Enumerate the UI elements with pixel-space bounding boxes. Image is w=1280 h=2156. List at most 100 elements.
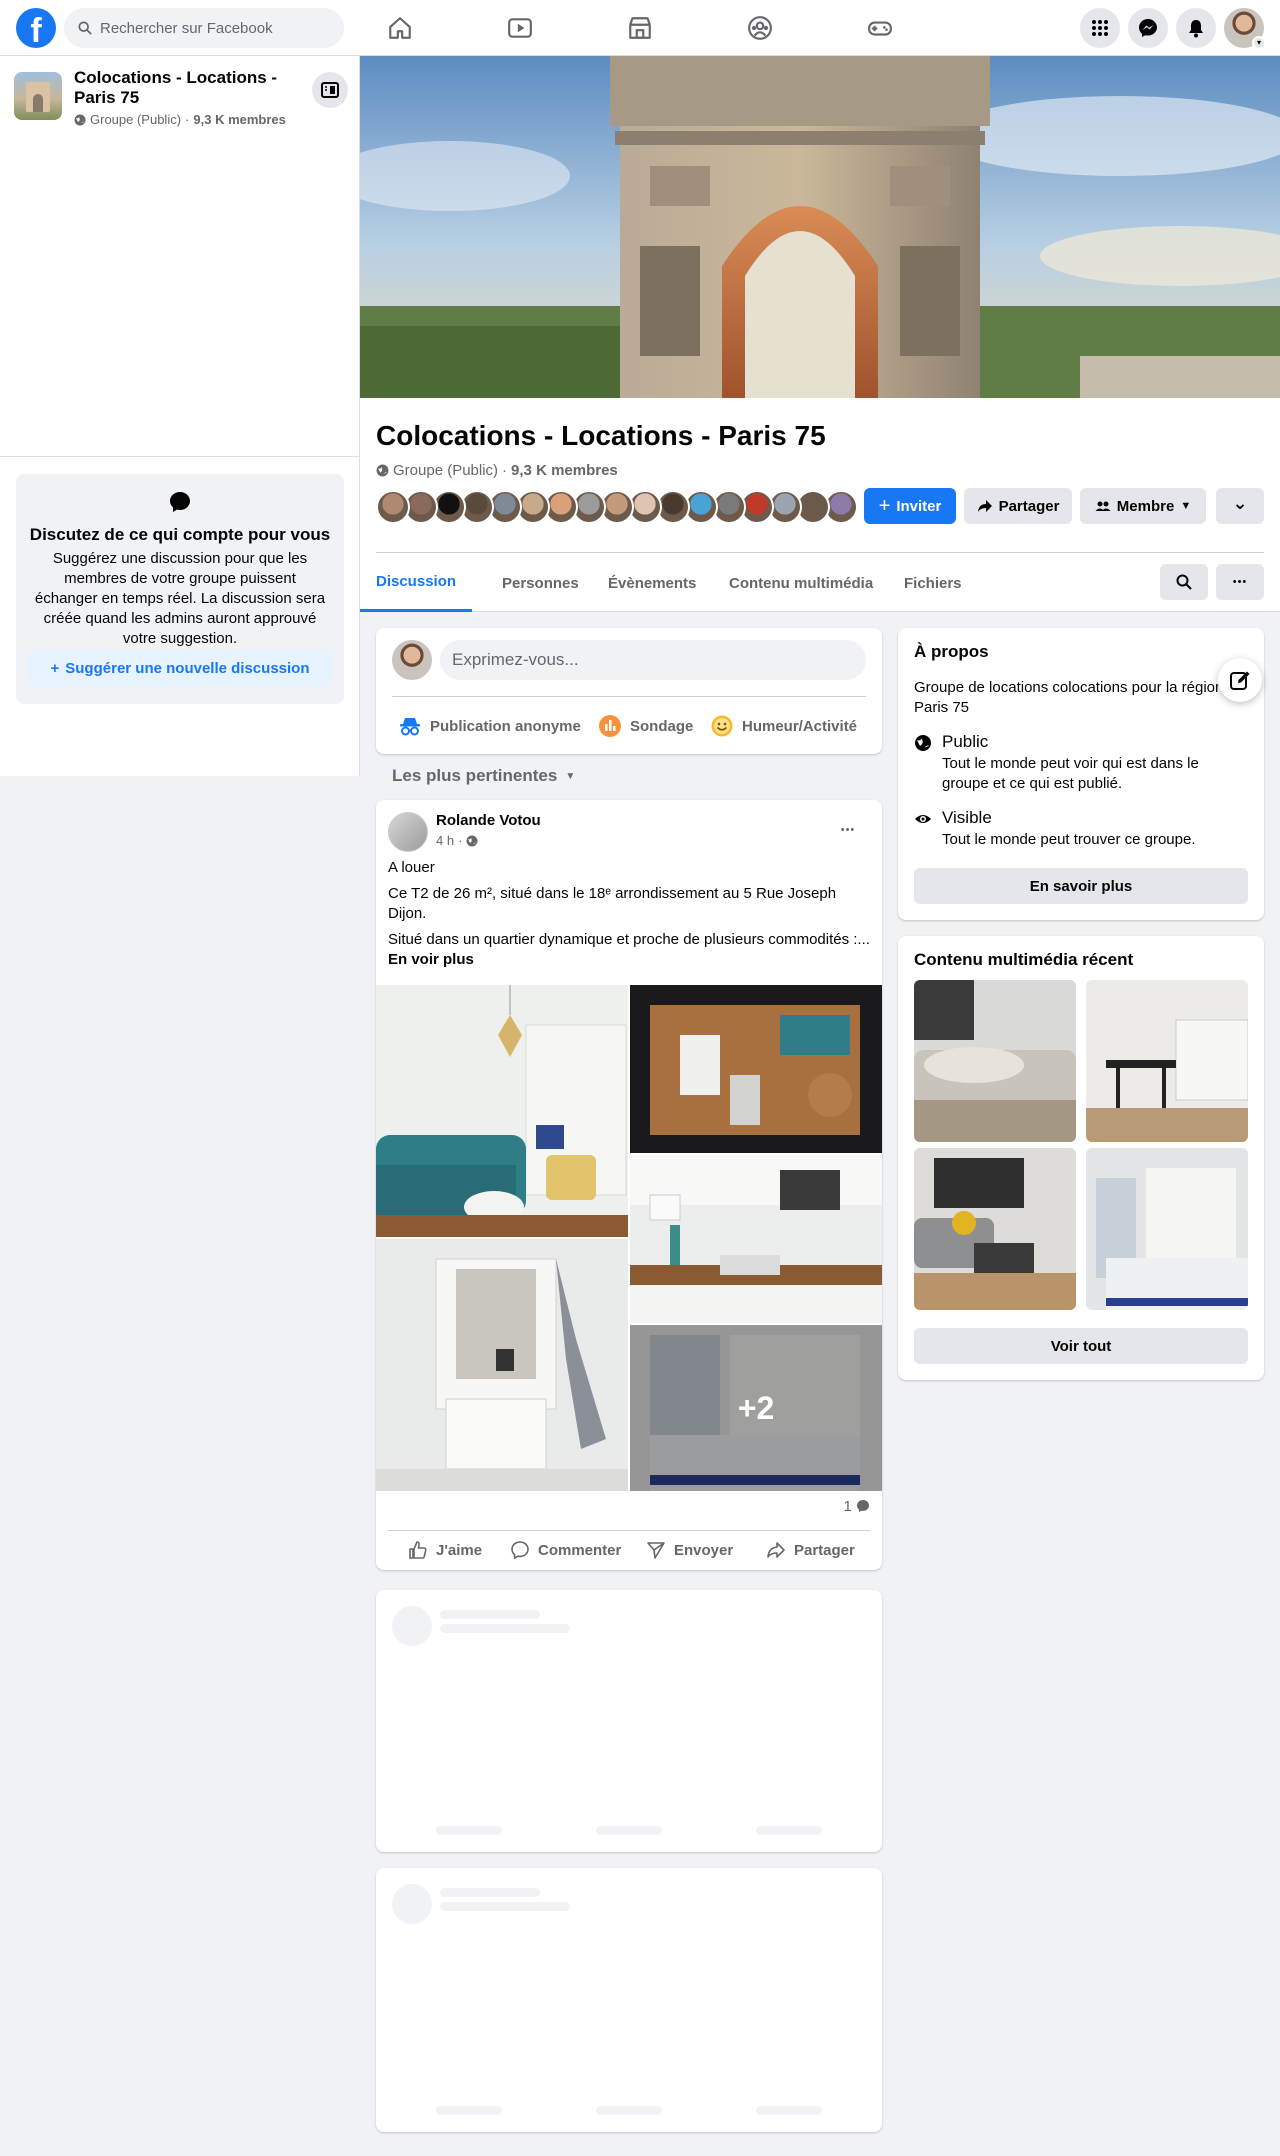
- menu-button[interactable]: [1080, 8, 1120, 48]
- collapse-sidebar-button[interactable]: [312, 72, 348, 108]
- floor-overview-photo: [630, 985, 882, 1153]
- post-author-avatar[interactable]: [388, 812, 428, 852]
- post-time-text[interactable]: 4 h: [436, 833, 454, 848]
- more-photos-overlay[interactable]: +2: [630, 1325, 882, 1491]
- group-members-count[interactable]: 9,3 K membres: [511, 462, 618, 479]
- search-input[interactable]: [100, 8, 336, 48]
- post-author-name[interactable]: Rolande Votou: [436, 812, 541, 829]
- about-card: À propos Groupe de locations colocations…: [898, 628, 1264, 920]
- share-button[interactable]: Partager: [964, 488, 1072, 524]
- home-icon: [389, 17, 411, 39]
- edit-floating-button[interactable]: [1218, 658, 1262, 702]
- bedroom-photo: [1086, 1148, 1248, 1310]
- tab-discussion[interactable]: Discussion: [360, 554, 473, 612]
- about-visible-title: Visible: [942, 808, 992, 827]
- cover-photo[interactable]: [360, 56, 1280, 398]
- feeling-activity-label: Humeur/Activité: [742, 717, 858, 735]
- plus-icon: +: [50, 659, 60, 677]
- about-public-text: Tout le monde peut voir qui est dans le …: [942, 755, 1199, 792]
- comment-button[interactable]: Commenter: [510, 1532, 621, 1568]
- suggest-button-label: Suggérer une nouvelle discussion: [65, 659, 310, 677]
- post-share-button[interactable]: Partager: [766, 1532, 855, 1568]
- about-description: Groupe de locations colocations pour la …: [914, 679, 1224, 716]
- post-composer: Exprimez-vous... Publication anonyme Son…: [376, 628, 882, 754]
- post-actions-divider: [388, 1530, 870, 1531]
- post-photo-3[interactable]: [630, 1155, 882, 1323]
- send-button[interactable]: Envoyer: [646, 1532, 733, 1568]
- media-thumb-3[interactable]: [914, 1148, 1076, 1310]
- group-privacy[interactable]: Groupe (Public): [393, 462, 498, 479]
- anonymous-post-button[interactable]: Publication anonyme: [398, 706, 581, 746]
- loading-post-placeholder: [376, 1590, 882, 1852]
- messenger-button[interactable]: [1128, 8, 1168, 48]
- post-options-button[interactable]: •••: [830, 812, 866, 848]
- tabs-divider: [376, 552, 1264, 553]
- post-photo-4[interactable]: [376, 1239, 628, 1491]
- recent-media-card: Contenu multimédia récent Voir tout: [898, 936, 1264, 1380]
- marketplace-icon: [629, 17, 651, 39]
- poll-label: Sondage: [630, 717, 694, 735]
- see-all-media-button[interactable]: Voir tout: [914, 1328, 1248, 1364]
- media-thumb-4[interactable]: [1086, 1148, 1248, 1310]
- like-button[interactable]: J'aime: [408, 1532, 482, 1568]
- comment-label: Commenter: [538, 1541, 622, 1559]
- header-more-button[interactable]: ⌄: [1216, 488, 1264, 524]
- tab-people[interactable]: Personnes: [486, 554, 595, 612]
- poll-icon: [599, 715, 621, 737]
- messenger-icon: [1139, 19, 1157, 37]
- more-dots-icon: •••: [1232, 576, 1248, 588]
- sidebar-members-count: 9,3 K membres: [193, 112, 286, 127]
- sidebar-divider: [0, 456, 360, 457]
- sort-label: Les plus pertinentes: [392, 766, 558, 785]
- sidebar-panel-icon: [321, 82, 339, 98]
- living-room-photo: [376, 985, 628, 1237]
- see-more-link[interactable]: En voir plus: [388, 951, 474, 968]
- post-photo-1[interactable]: [376, 985, 628, 1237]
- media-thumb-2[interactable]: [1086, 980, 1248, 1142]
- nav-video[interactable]: [460, 0, 580, 56]
- facebook-logo[interactable]: f: [16, 8, 56, 48]
- nav-gaming[interactable]: [820, 0, 940, 56]
- composer-divider: [392, 696, 866, 697]
- tab-events[interactable]: Évènements: [592, 554, 712, 612]
- globe-icon: [376, 464, 389, 477]
- group-options-button[interactable]: •••: [1216, 564, 1264, 600]
- sidebar-group-meta: Groupe (Public) · 9,3 K membres: [74, 112, 286, 127]
- suggest-title: Discutez de ce qui compte pour vous: [29, 525, 331, 544]
- globe-icon: [915, 735, 931, 751]
- media-thumb-1[interactable]: [914, 980, 1076, 1142]
- caret-down-icon: ▼: [1180, 500, 1192, 512]
- account-avatar[interactable]: ▾: [1224, 8, 1266, 50]
- nav-marketplace[interactable]: [580, 0, 700, 56]
- invite-button[interactable]: + Inviter: [864, 488, 956, 524]
- composer-input[interactable]: Exprimez-vous...: [440, 640, 866, 680]
- loading-post-placeholder: [376, 1868, 882, 2132]
- feeling-activity-button[interactable]: Humeur/Activité: [710, 706, 857, 746]
- member-avatars[interactable]: [376, 490, 858, 524]
- group-search-button[interactable]: [1160, 564, 1208, 600]
- tab-media[interactable]: Contenu multimédia: [713, 554, 889, 612]
- meta-separator: ·: [185, 112, 190, 127]
- group-thumbnail[interactable]: [14, 72, 62, 120]
- post-photo-5[interactable]: +2: [630, 1325, 882, 1491]
- feed-sort-dropdown[interactable]: Les plus pertinentes ▼: [392, 766, 575, 786]
- poll-button[interactable]: Sondage: [598, 706, 693, 746]
- eye-icon: [915, 815, 931, 823]
- search-box[interactable]: [64, 8, 344, 48]
- post-stats[interactable]: 1: [388, 1498, 870, 1515]
- nav-home[interactable]: [340, 0, 460, 56]
- notifications-button[interactable]: [1176, 8, 1216, 48]
- composer-avatar[interactable]: [392, 640, 432, 680]
- member-button[interactable]: Membre ▼: [1080, 488, 1206, 524]
- learn-more-button[interactable]: En savoir plus: [914, 868, 1248, 904]
- suggest-discussion-button[interactable]: + Suggérer une nouvelle discussion: [28, 650, 332, 686]
- meta-separator: ·: [502, 462, 508, 479]
- post-text-line3: Situé dans un quartier dynamique et proc…: [388, 930, 870, 970]
- top-navigation-bar: f ▾: [0, 0, 1280, 56]
- post-photo-2[interactable]: [630, 985, 882, 1153]
- member-avatar[interactable]: [376, 490, 410, 524]
- send-label: Envoyer: [674, 1541, 734, 1559]
- nav-groups[interactable]: [700, 0, 820, 56]
- tab-files[interactable]: Fichiers: [888, 554, 978, 612]
- sidebar-group-name[interactable]: Colocations - Locations - Paris 75: [74, 68, 284, 108]
